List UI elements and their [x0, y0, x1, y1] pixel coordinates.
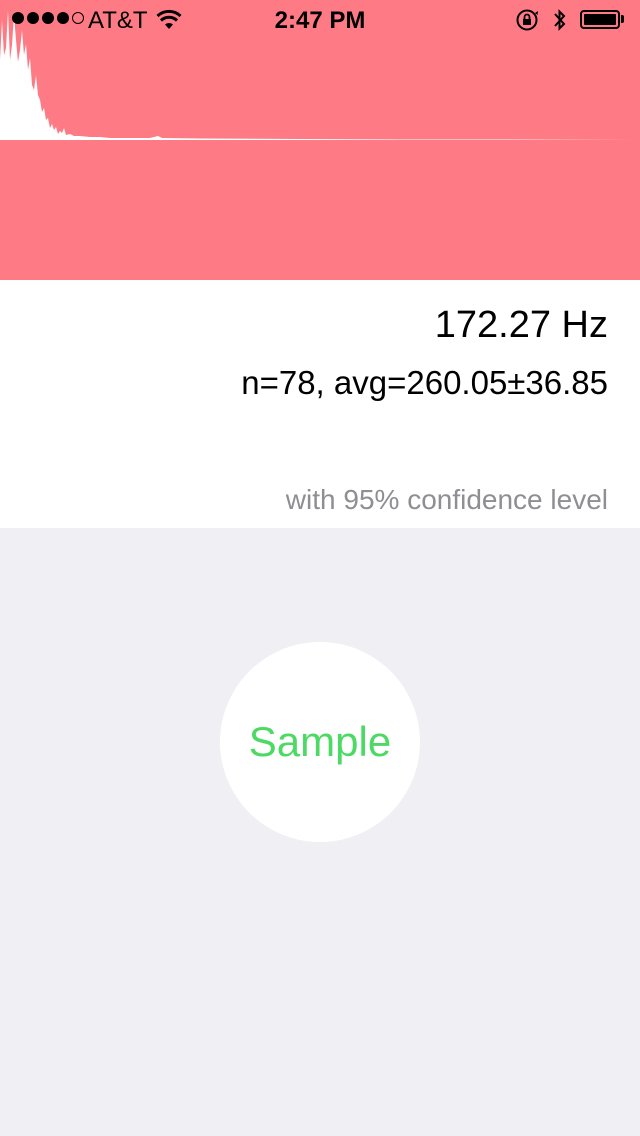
battery-tip	[621, 15, 624, 23]
rotation-lock-icon	[515, 8, 541, 39]
frequency-value: 172.27 Hz	[434, 304, 608, 346]
battery-icon	[580, 10, 620, 29]
battery-fill	[584, 14, 616, 25]
readout-panel: 172.27 Hz n=78, avg=260.05±36.85 with 95…	[0, 280, 640, 528]
confidence-caption: with 95% confidence level	[285, 484, 608, 515]
clock-time: 2:47 PM	[274, 7, 366, 34]
status-bar: AT&T 2:47 PM	[0, 0, 640, 40]
bluetooth-icon	[552, 7, 568, 40]
spectrum-graph	[0, 0, 640, 280]
sample-button-label: Sample	[248, 718, 392, 765]
sample-button[interactable]: Sample	[220, 642, 420, 842]
app-screen: AT&T 2:47 PM 172.27 Hz n=78, avg=260.05±…	[0, 0, 640, 1136]
spectrum-panel: AT&T 2:47 PM	[0, 0, 640, 280]
sample-statistics: n=78, avg=260.05±36.85	[241, 364, 608, 401]
